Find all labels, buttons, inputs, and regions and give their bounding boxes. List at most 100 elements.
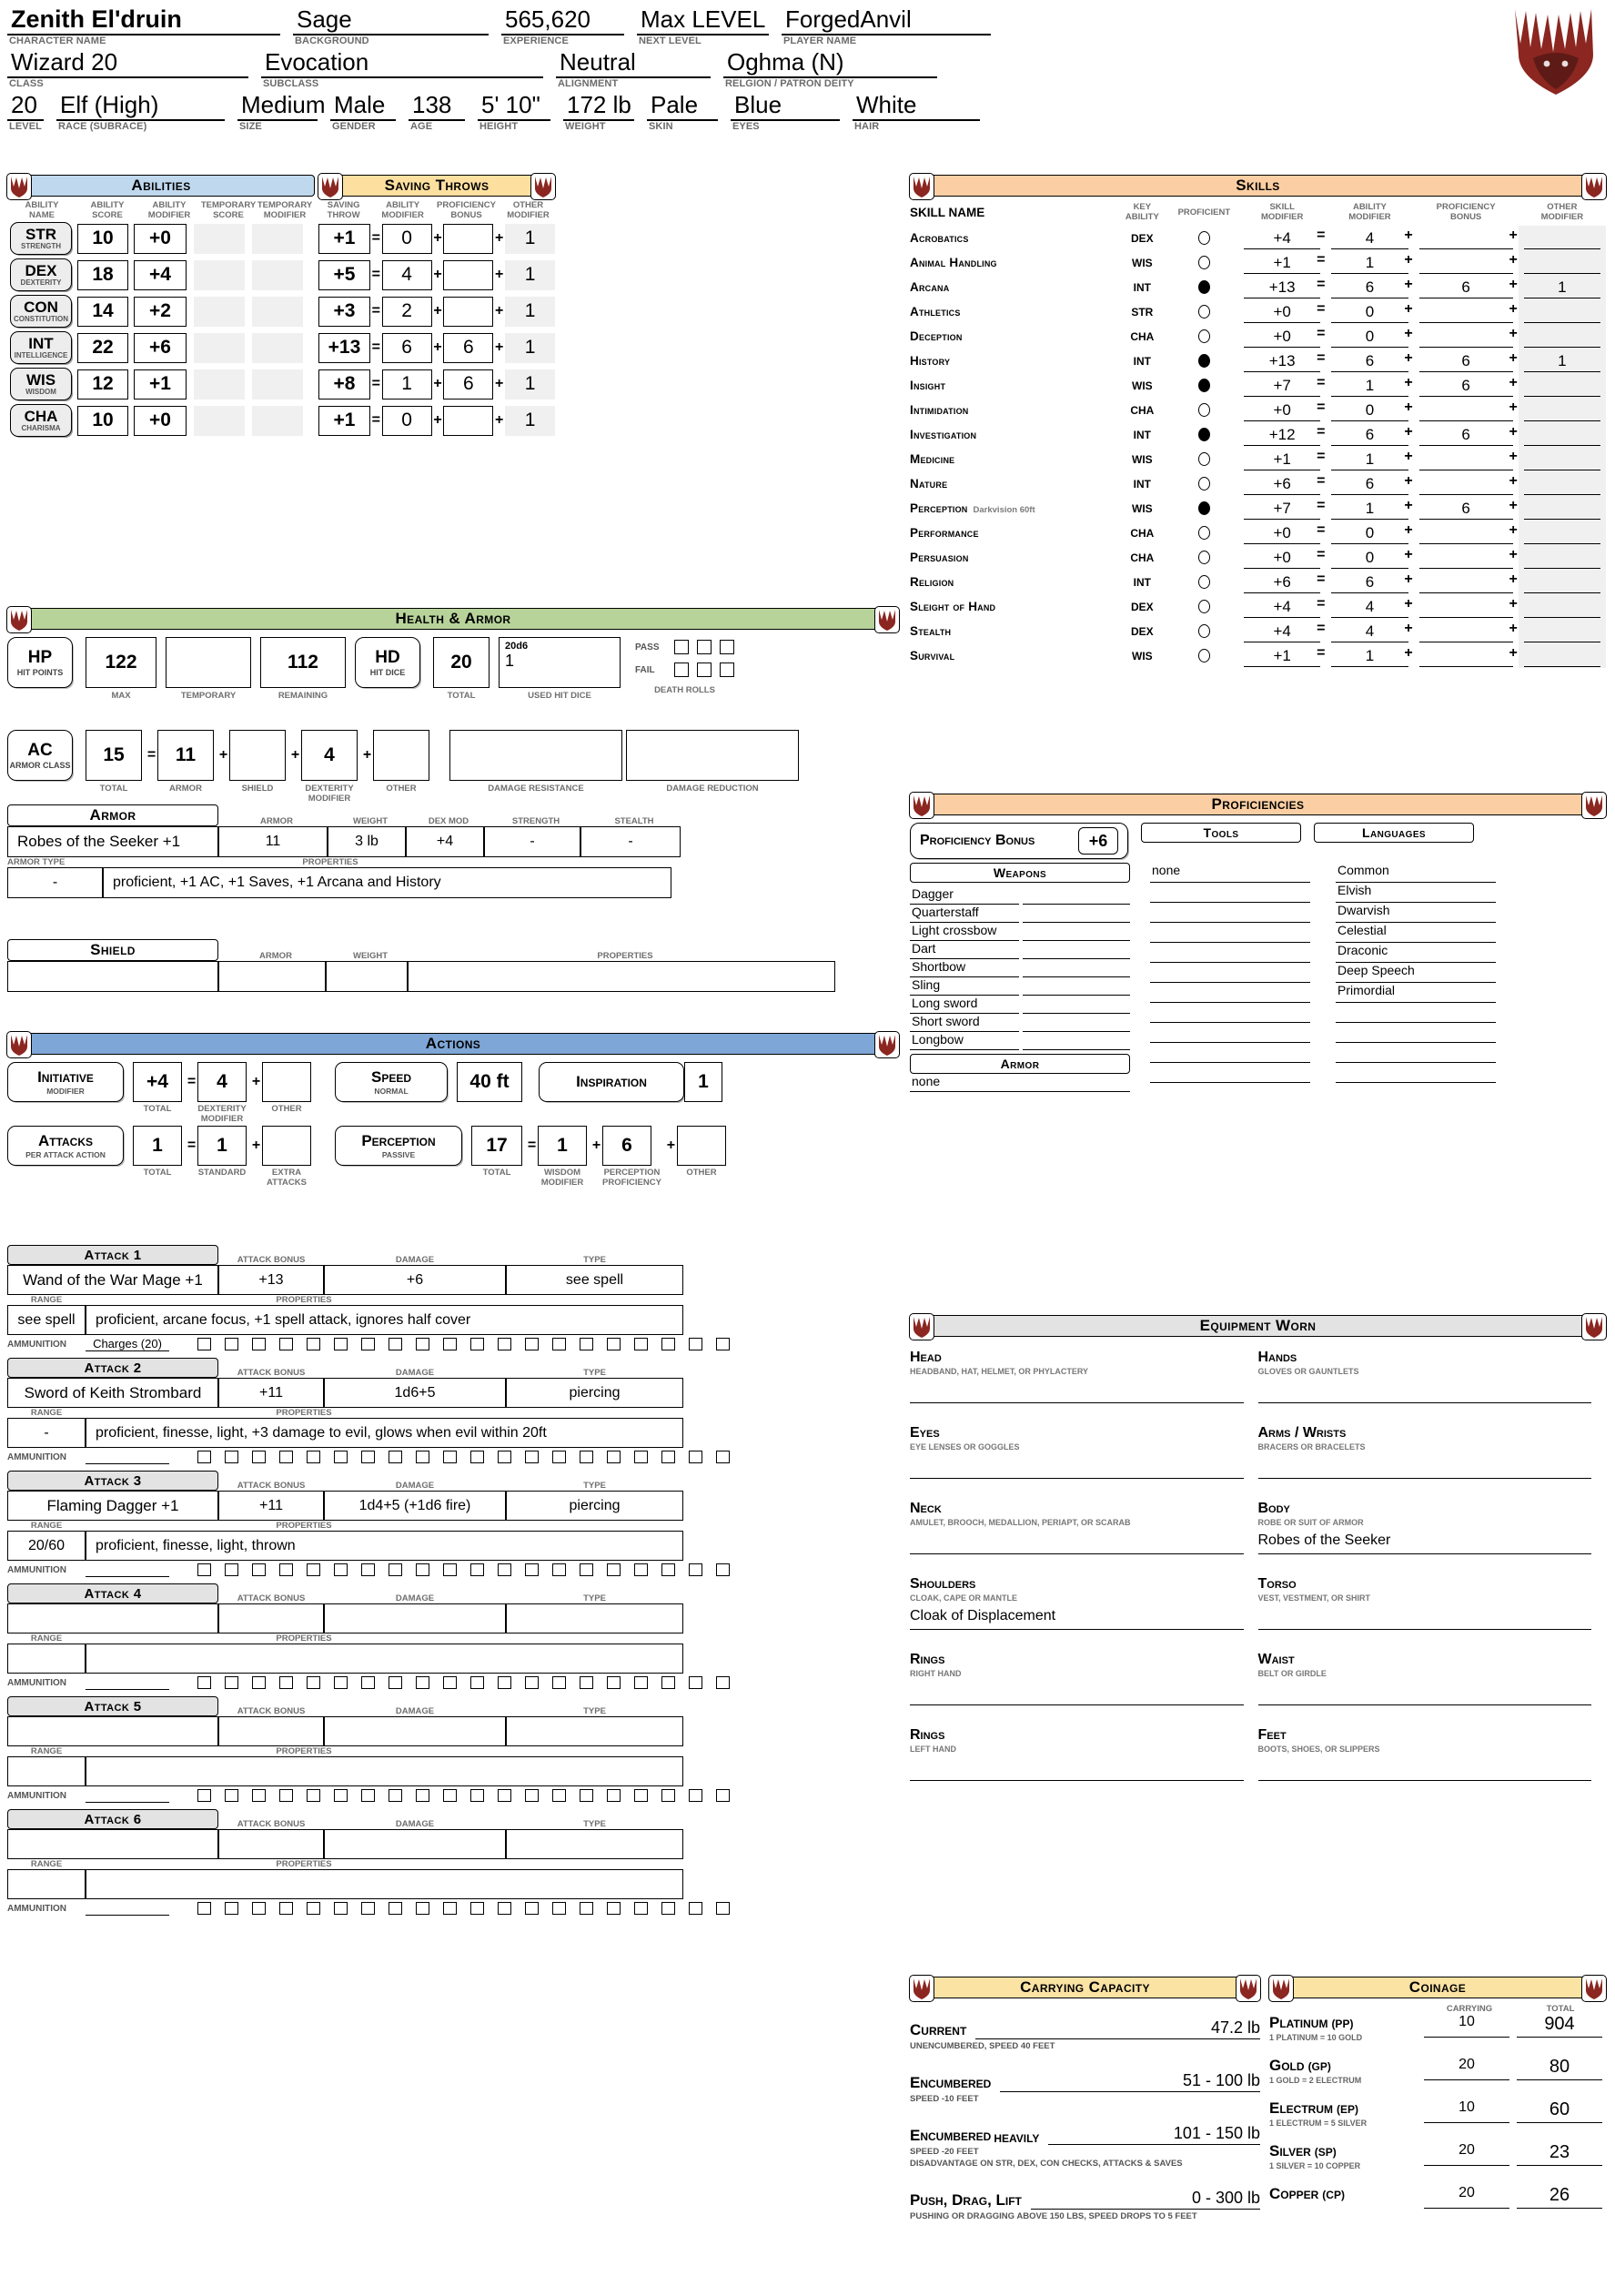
coin-carrying[interactable]: 20	[1424, 2057, 1509, 2080]
proficient-toggle[interactable]	[1197, 526, 1210, 540]
ammunition-checkbox[interactable]	[197, 1338, 211, 1350]
perception-wis[interactable]: 1	[538, 1126, 587, 1166]
ammunition-checkbox[interactable]	[416, 1338, 429, 1350]
ammunition-checkbox[interactable]	[689, 1789, 702, 1802]
temporary-modifier[interactable]	[252, 296, 303, 327]
ammunition-checkbox[interactable]	[334, 1451, 348, 1463]
skill-prof-bonus[interactable]: 6	[1418, 424, 1513, 446]
skill-other-mod[interactable]	[1523, 252, 1600, 274]
ammunition-checkbox[interactable]	[607, 1563, 621, 1576]
skill-prof-bonus[interactable]: 6	[1418, 375, 1513, 397]
skill-prof-bonus[interactable]	[1418, 449, 1513, 470]
tool-item[interactable]	[1150, 883, 1310, 903]
language-item[interactable]: Common	[1336, 863, 1496, 883]
slot-value[interactable]	[910, 1759, 1244, 1781]
attack-damage[interactable]: +6	[324, 1265, 506, 1295]
save-prof-bonus[interactable]	[443, 405, 494, 436]
ammunition-checkbox[interactable]	[498, 1338, 511, 1350]
ammunition-checkbox[interactable]	[689, 1451, 702, 1463]
hp-max[interactable]: 122	[86, 637, 156, 688]
save-total[interactable]: +1	[318, 405, 370, 436]
ammunition-checkbox[interactable]	[634, 1676, 648, 1689]
slot-value[interactable]	[1257, 1457, 1591, 1479]
header-value[interactable]: 20	[7, 91, 44, 121]
skill-ability-mod[interactable]: 6	[1331, 277, 1408, 298]
language-item[interactable]: Primordial	[1336, 983, 1496, 1003]
skill-modifier[interactable]: +0	[1244, 400, 1321, 421]
pass-checkbox[interactable]	[697, 640, 712, 654]
proficient-toggle[interactable]	[1197, 428, 1210, 441]
ammunition-checkbox[interactable]	[470, 1902, 484, 1915]
fail-checkbox[interactable]	[697, 663, 712, 677]
skill-prof-bonus[interactable]	[1418, 400, 1513, 421]
header-value[interactable]: Evocation	[261, 48, 543, 78]
skill-ability-mod[interactable]: 4	[1331, 621, 1408, 642]
slot-value[interactable]	[910, 1532, 1244, 1554]
ammunition-checkbox[interactable]	[443, 1563, 457, 1576]
ammunition-checkbox[interactable]	[389, 1451, 402, 1463]
skill-prof-bonus[interactable]	[1418, 596, 1513, 618]
attack-bonus[interactable]	[218, 1829, 324, 1859]
ammunition-checkbox[interactable]	[361, 1338, 375, 1350]
tool-item[interactable]	[1150, 1003, 1310, 1023]
skill-prof-bonus[interactable]	[1418, 473, 1513, 495]
save-total[interactable]: +8	[318, 369, 370, 400]
save-other-mod[interactable]: 1	[505, 369, 555, 400]
slot-value[interactable]: Robes of the Seeker	[1257, 1532, 1591, 1554]
ammunition-checkbox[interactable]	[279, 1902, 293, 1915]
ammunition-checkbox[interactable]	[197, 1451, 211, 1463]
temporary-modifier[interactable]	[252, 259, 303, 290]
header-value[interactable]: Max LEVEL	[637, 5, 769, 35]
ammunition-checkbox[interactable]	[470, 1789, 484, 1802]
proficient-toggle[interactable]	[1197, 256, 1210, 269]
ammunition-checkbox[interactable]	[716, 1451, 730, 1463]
ammunition-checkbox[interactable]	[225, 1789, 238, 1802]
ammunition-checkbox[interactable]	[552, 1676, 566, 1689]
proficient-toggle[interactable]	[1197, 354, 1210, 368]
weapon-extra[interactable]	[1023, 905, 1130, 923]
ammunition-checkbox[interactable]	[552, 1902, 566, 1915]
ammunition-checkbox[interactable]	[634, 1451, 648, 1463]
shield-block-armor-value[interactable]	[218, 961, 326, 992]
skill-modifier[interactable]: +4	[1244, 228, 1321, 249]
ammunition-checkbox[interactable]	[716, 1902, 730, 1915]
weapon-extra[interactable]	[1023, 959, 1130, 977]
ammunition-checkbox[interactable]	[389, 1676, 402, 1689]
used-hit-dice[interactable]: 20d6 1	[499, 637, 621, 688]
weapon-name[interactable]: Quarterstaff	[910, 905, 1019, 923]
attack-properties[interactable]: proficient, arcane focus, +1 spell attac…	[86, 1305, 683, 1335]
header-value[interactable]: ForgedAnvil	[782, 5, 991, 35]
ammunition-checkbox[interactable]	[361, 1676, 375, 1689]
weapon-extra[interactable]	[1023, 941, 1130, 959]
ammunition-checkbox[interactable]	[661, 1676, 675, 1689]
save-total[interactable]: +1	[318, 223, 370, 254]
ammunition-value[interactable]	[86, 1675, 169, 1690]
attack-range[interactable]: 20/60	[7, 1531, 86, 1561]
proficient-toggle[interactable]	[1197, 551, 1210, 564]
temporary-modifier[interactable]	[252, 369, 303, 400]
carrying-value[interactable]: 0 - 300 lb	[1030, 2189, 1260, 2210]
temporary-modifier[interactable]	[252, 332, 303, 363]
shield-block-properties-value[interactable]	[408, 961, 835, 992]
ammunition-checkbox[interactable]	[279, 1563, 293, 1576]
tool-item[interactable]	[1150, 1063, 1310, 1083]
ability-modifier[interactable]: +0	[134, 405, 187, 436]
skill-other-mod[interactable]	[1523, 424, 1600, 446]
attack-bonus[interactable]: +13	[218, 1265, 324, 1295]
attack-damage[interactable]: 1d6+5	[324, 1378, 506, 1408]
slot-value[interactable]	[1257, 1684, 1591, 1705]
armor-prof-item[interactable]: none	[910, 1074, 1130, 1092]
tool-item[interactable]	[1150, 923, 1310, 943]
skill-modifier[interactable]: +6	[1244, 473, 1321, 495]
ammunition-checkbox[interactable]	[525, 1789, 539, 1802]
ability-pill-int[interactable]: INT INTELLIGENCE	[10, 331, 72, 364]
skill-modifier[interactable]: +7	[1244, 375, 1321, 397]
ammunition-value[interactable]	[86, 1563, 169, 1577]
attack-properties[interactable]	[86, 1756, 683, 1786]
save-ability-mod[interactable]: 4	[381, 259, 432, 290]
language-item[interactable]	[1336, 1063, 1496, 1083]
ability-score[interactable]: 14	[77, 296, 128, 327]
hp-temporary[interactable]	[166, 637, 251, 688]
skill-other-mod[interactable]	[1523, 645, 1600, 667]
tool-item[interactable]	[1150, 943, 1310, 963]
